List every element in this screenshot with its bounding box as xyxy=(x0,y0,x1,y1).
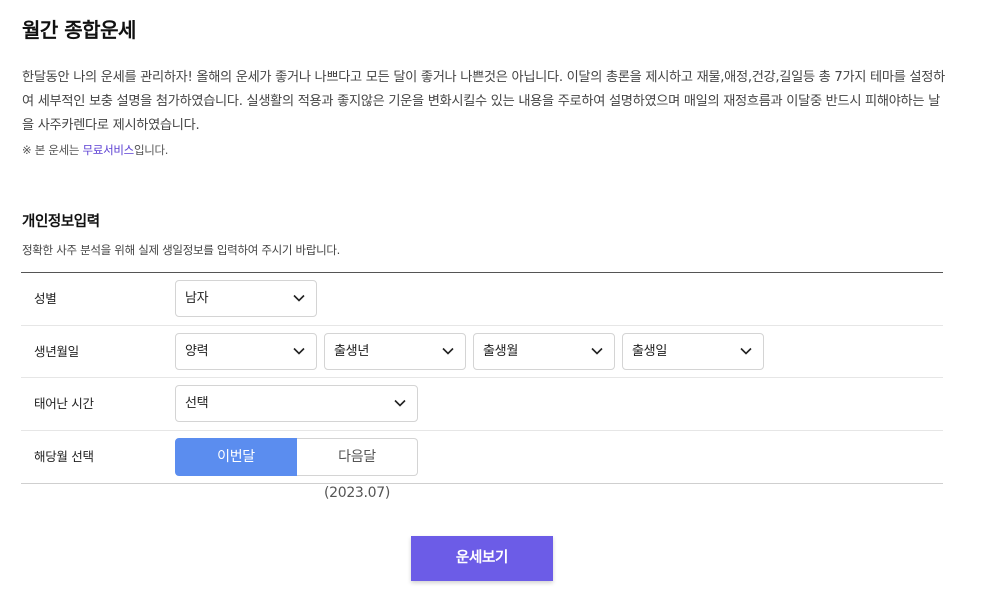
notice-suffix: 입니다. xyxy=(133,143,169,157)
section-subtitle: 정확한 사주 분석을 위해 실제 생일정보를 입력하여 주시기 바랍니다. xyxy=(22,243,341,257)
month-segmented-control: 이번달(2023.06) 다음달(2023.07) xyxy=(175,437,418,501)
calendar-type-select[interactable]: 양력 xyxy=(175,332,317,370)
birth-time-label: 태어난 시간 xyxy=(34,396,94,411)
chevron-down-icon xyxy=(293,347,305,355)
gender-label: 성별 xyxy=(34,291,57,306)
birth-time-row: 태어난 시간 선택 xyxy=(21,378,943,431)
this-month-option[interactable]: 이번달(2023.06) xyxy=(175,437,297,501)
view-fortune-button[interactable]: 운세보기 xyxy=(411,536,553,581)
calendar-type-value: 양력 xyxy=(185,343,209,359)
birth-year-select[interactable]: 출생년 xyxy=(324,332,466,370)
page-description: 한달동안 나의 운세를 관리하자! 올해의 운세가 좋거나 나쁘다고 모든 달이… xyxy=(22,70,945,133)
chevron-down-icon xyxy=(442,347,454,355)
free-service-notice: ※ 본 운세는 무료서비스입니다. xyxy=(22,142,168,158)
chevron-down-icon xyxy=(394,399,406,407)
gender-select-value: 남자 xyxy=(185,291,209,306)
next-month-option[interactable]: 다음달(2023.07) xyxy=(297,437,418,501)
gender-select[interactable]: 남자 xyxy=(175,280,317,317)
free-service-link: 무료서비스 xyxy=(82,143,135,157)
birth-time-value: 선택 xyxy=(185,396,209,411)
birth-year-value: 출생년 xyxy=(334,343,369,359)
month-select-row: 해당월 선택 이번달(2023.06) 다음달(2023.07) xyxy=(21,431,943,501)
personal-info-form: 성별 남자 생년월일 양력 출생년 출생월 출생일 태어난 시간 선택 해당월 … xyxy=(21,272,943,501)
notice-prefix: ※ 본 운세는 xyxy=(22,143,83,157)
page-title: 월간 종합운세 xyxy=(22,18,136,42)
month-select-label: 해당월 선택 xyxy=(34,448,94,464)
gender-row: 성별 남자 xyxy=(21,273,943,326)
birth-month-value: 출생월 xyxy=(483,343,518,359)
birth-day-select[interactable]: 출생일 xyxy=(622,332,764,370)
birthdate-row: 생년월일 양력 출생년 출생월 출생일 xyxy=(21,326,943,378)
chevron-down-icon xyxy=(591,347,603,355)
chevron-down-icon xyxy=(293,294,305,302)
birthdate-label: 생년월일 xyxy=(34,343,79,359)
chevron-down-icon xyxy=(740,347,752,355)
section-title: 개인정보입력 xyxy=(22,214,100,230)
birth-time-select[interactable]: 선택 xyxy=(175,385,418,422)
birth-month-select[interactable]: 출생월 xyxy=(473,332,615,370)
birth-day-value: 출생일 xyxy=(632,343,667,359)
